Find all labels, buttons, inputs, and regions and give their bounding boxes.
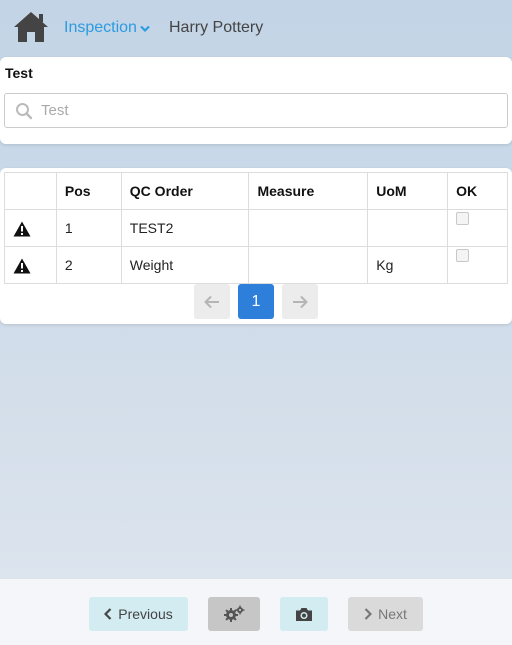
gears-icon [224, 605, 245, 622]
qc-table-card: Pos QC Order Measure UoM OK 1 TEST2 2 We… [0, 168, 512, 324]
page-number-button[interactable]: 1 [238, 284, 274, 319]
camera-button[interactable] [280, 597, 328, 631]
arrow-right-icon [293, 295, 308, 308]
top-bar: Inspection Harry Pottery [0, 0, 512, 56]
column-header-qc-order: QC Order [120, 172, 250, 210]
test-card: Test [0, 57, 512, 144]
breadcrumb-inspection-label: Inspection [64, 19, 137, 36]
footer-toolbar: Previous Next [0, 578, 512, 645]
ok-cell [447, 246, 508, 284]
table-row[interactable]: 2 Weight Kg [4, 246, 508, 284]
table-header-row: Pos QC Order Measure UoM OK [4, 172, 508, 210]
settings-button[interactable] [208, 597, 260, 631]
column-header-uom: UoM [367, 172, 449, 210]
pagination: 1 [194, 284, 318, 319]
ok-cell [447, 209, 508, 247]
row-status-cell [4, 246, 57, 284]
camera-icon [296, 607, 312, 621]
home-icon[interactable] [12, 10, 50, 44]
row-status-cell [4, 209, 57, 247]
page-prev-button[interactable] [194, 284, 230, 319]
warning-icon [13, 221, 31, 236]
search-box [4, 93, 508, 128]
page-next-button[interactable] [282, 284, 318, 319]
previous-button-label: Previous [118, 606, 173, 622]
search-icon [16, 103, 33, 120]
chevron-left-icon [104, 608, 112, 620]
column-header-pos: Pos [55, 172, 122, 210]
pos-cell: 2 [55, 246, 122, 284]
uom-cell: Kg [367, 246, 449, 284]
breadcrumb-inspection-dropdown[interactable]: Inspection [64, 19, 150, 37]
qc-order-cell: Weight [120, 246, 250, 284]
ok-checkbox[interactable] [456, 249, 470, 262]
search-input[interactable] [41, 95, 501, 126]
chevron-down-icon [140, 25, 150, 33]
arrow-left-icon [204, 295, 219, 308]
measure-cell[interactable] [248, 209, 369, 247]
breadcrumb-project: Harry Pottery [169, 19, 264, 36]
qc-table: Pos QC Order Measure UoM OK 1 TEST2 2 We… [4, 172, 508, 284]
chevron-right-icon [364, 608, 373, 620]
pos-cell: 1 [55, 209, 122, 247]
column-header-measure: Measure [248, 172, 369, 210]
warning-icon [13, 258, 31, 273]
table-row[interactable]: 1 TEST2 [4, 209, 508, 247]
column-header-icon [4, 172, 57, 210]
uom-cell [367, 209, 449, 247]
previous-button[interactable]: Previous [89, 597, 188, 631]
next-button[interactable]: Next [348, 597, 423, 631]
test-card-title: Test [5, 65, 33, 81]
ok-checkbox[interactable] [456, 212, 470, 225]
next-button-label: Next [378, 606, 407, 622]
measure-cell[interactable] [248, 246, 369, 284]
column-header-ok: OK [447, 172, 508, 210]
qc-order-cell: TEST2 [120, 209, 250, 247]
